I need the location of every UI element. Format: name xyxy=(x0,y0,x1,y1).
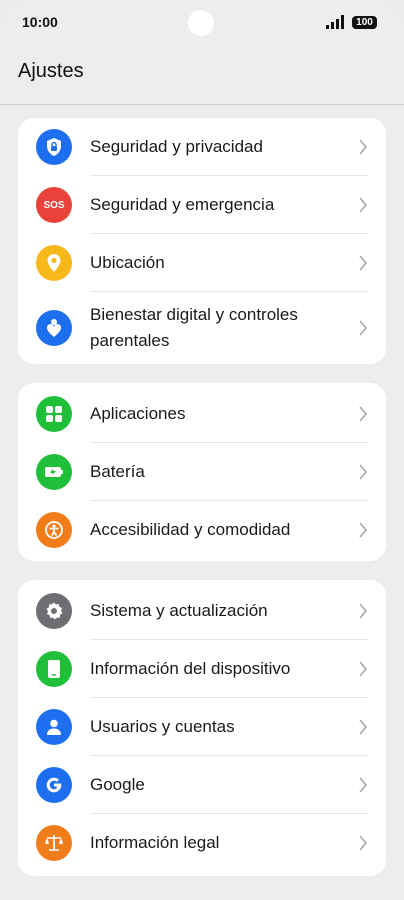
item-label: Accesibilidad y comodidad xyxy=(90,520,291,539)
chevron-right-icon xyxy=(359,255,368,271)
location-pin-icon xyxy=(36,245,72,281)
sos-icon: SOS xyxy=(36,187,72,223)
item-label: Aplicaciones xyxy=(90,404,186,423)
item-label: Información del dispositivo xyxy=(90,659,291,678)
item-label: Batería xyxy=(90,462,145,481)
item-label: Bienestar digital y controles parentales xyxy=(90,305,298,350)
settings-item-digital-wellbeing[interactable]: Bienestar digital y controles parentales xyxy=(18,292,386,364)
chevron-right-icon xyxy=(359,406,368,422)
item-label: Ubicación xyxy=(90,253,165,272)
battery-indicator: 100 xyxy=(352,16,377,29)
settings-item-device-info[interactable]: Información del dispositivo xyxy=(18,640,386,698)
item-label: Usuarios y cuentas xyxy=(90,717,235,736)
status-time: 10:00 xyxy=(22,14,58,30)
settings-screen: 10:00 100 Ajustes Seguridad y privacidad… xyxy=(0,0,404,900)
settings-item-legal-info[interactable]: Información legal xyxy=(18,814,386,872)
signal-icon xyxy=(326,15,344,29)
settings-item-safety-emergency[interactable]: SOS Seguridad y emergencia xyxy=(18,176,386,234)
chevron-right-icon xyxy=(359,603,368,619)
chevron-right-icon xyxy=(359,777,368,793)
battery-icon xyxy=(36,454,72,490)
settings-item-security-privacy[interactable]: Seguridad y privacidad xyxy=(18,118,386,176)
chevron-right-icon xyxy=(359,464,368,480)
item-label: Seguridad y privacidad xyxy=(90,137,263,156)
shield-lock-icon xyxy=(36,129,72,165)
item-label: Seguridad y emergencia xyxy=(90,195,275,214)
status-bar: 10:00 100 xyxy=(0,0,404,44)
chevron-right-icon xyxy=(359,320,368,336)
apps-grid-icon xyxy=(36,396,72,432)
settings-item-battery[interactable]: Batería xyxy=(18,443,386,501)
phone-icon xyxy=(36,651,72,687)
chevron-right-icon xyxy=(359,522,368,538)
settings-group-3: Sistema y actualización Información del … xyxy=(18,580,386,876)
settings-item-location[interactable]: Ubicación xyxy=(18,234,386,292)
item-label: Google xyxy=(90,775,145,794)
settings-item-system-update[interactable]: Sistema y actualización xyxy=(18,582,386,640)
chevron-right-icon xyxy=(359,139,368,155)
google-icon xyxy=(36,767,72,803)
user-icon xyxy=(36,709,72,745)
sos-icon-text: SOS xyxy=(43,199,65,211)
item-label: Sistema y actualización xyxy=(90,601,268,620)
wellbeing-icon xyxy=(36,310,72,346)
front-camera xyxy=(188,10,214,36)
accessibility-icon xyxy=(36,512,72,548)
settings-item-accessibility[interactable]: Accesibilidad y comodidad xyxy=(18,501,386,559)
scales-icon xyxy=(36,825,72,861)
settings-group-2: Aplicaciones Batería Accesibilidad y com… xyxy=(18,383,386,561)
chevron-right-icon xyxy=(359,197,368,213)
header-divider xyxy=(0,104,404,105)
page-title: Ajustes xyxy=(18,60,84,82)
chevron-right-icon xyxy=(359,661,368,677)
settings-item-users-accounts[interactable]: Usuarios y cuentas xyxy=(18,698,386,756)
chevron-right-icon xyxy=(359,719,368,735)
chevron-right-icon xyxy=(359,835,368,851)
settings-item-google[interactable]: Google xyxy=(18,756,386,814)
settings-group-1: Seguridad y privacidad SOS Seguridad y e… xyxy=(18,118,386,364)
item-label: Información legal xyxy=(90,833,220,852)
gear-icon xyxy=(36,593,72,629)
settings-item-apps[interactable]: Aplicaciones xyxy=(18,385,386,443)
